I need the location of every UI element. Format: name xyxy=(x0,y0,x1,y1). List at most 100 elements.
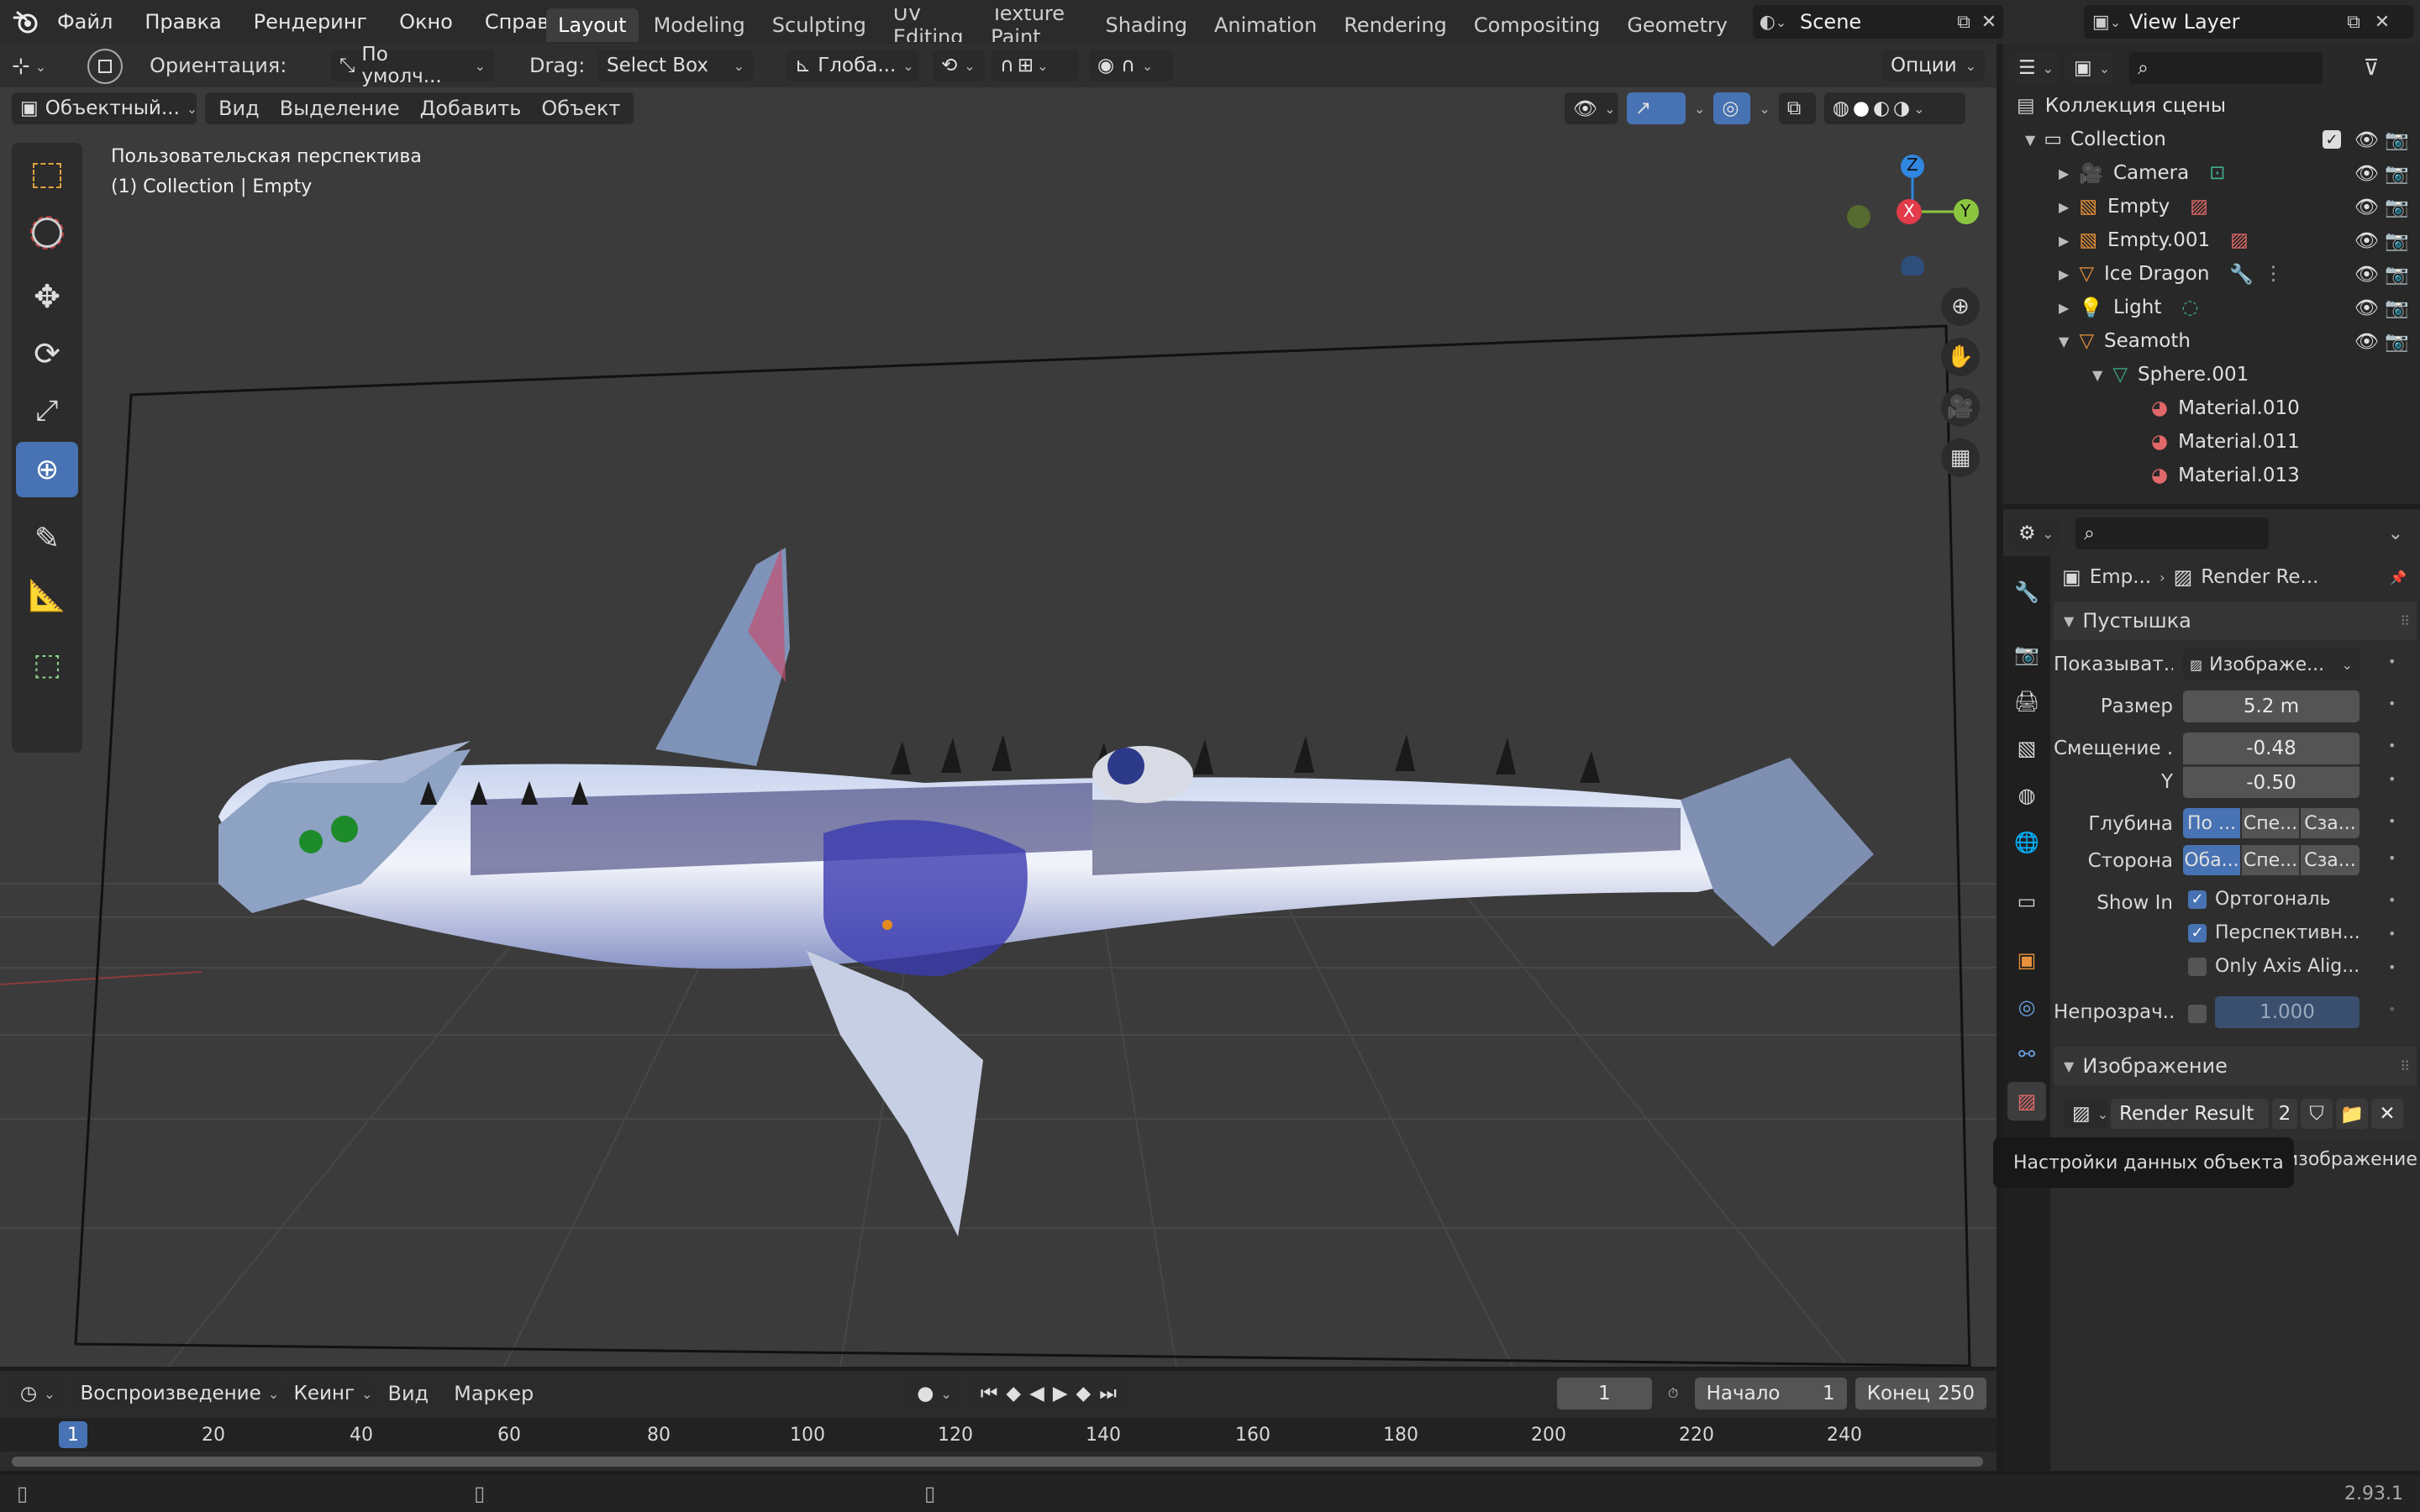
image-section-header[interactable]: ▼ Изображение ⠿ xyxy=(2054,1047,2417,1085)
current-frame-indicator[interactable]: 1 xyxy=(59,1421,87,1448)
remove-view-layer-icon[interactable]: ✕ xyxy=(2368,12,2396,33)
proportional-edit-icon[interactable]: ◉ xyxy=(1097,55,1114,76)
mode-dropdown[interactable]: ▣ Объектный... ⌄ xyxy=(12,92,197,124)
wireframe-shading-icon[interactable]: ◍ xyxy=(1833,97,1849,119)
gizmo-toggle[interactable]: ↗ xyxy=(1627,92,1686,124)
start-frame-field[interactable]: Начало 1 xyxy=(1694,1378,1847,1410)
jump-start-icon[interactable]: ⏮ xyxy=(981,1383,998,1404)
menu-file[interactable]: Файл xyxy=(57,10,113,34)
menu-edit[interactable]: Правка xyxy=(145,10,221,34)
new-scene-icon[interactable]: ⧉ xyxy=(1951,12,1976,33)
unlink-x-icon[interactable]: ✕ xyxy=(2371,1099,2403,1129)
hide-eye-icon[interactable]: 👁 xyxy=(2354,129,2379,151)
scene-collection-row[interactable]: ▤ Коллекция сцены xyxy=(2003,89,2420,123)
properties-options-icon[interactable]: ⌄ xyxy=(2388,523,2403,544)
tab-animation[interactable]: Animation xyxy=(1202,8,1328,42)
object-tab-icon[interactable]: ▣ xyxy=(2007,941,2046,979)
view-layer-name[interactable]: View Layer xyxy=(2129,10,2339,34)
falloff-icon[interactable]: ∩ xyxy=(1121,55,1135,76)
tool-tab-icon[interactable]: 🔧 xyxy=(2007,573,2046,612)
timeline-view-menu[interactable]: Вид xyxy=(379,1382,437,1405)
render-tab-icon[interactable]: 📷 xyxy=(2007,635,2046,674)
empty-section-header[interactable]: ▼ Пустышка ⠿ xyxy=(2054,601,2417,640)
properties-editor-type[interactable]: ⚙ ⌄ xyxy=(2010,517,2060,549)
scene-name[interactable]: Scene xyxy=(1800,10,1951,34)
outliner-item-seamoth[interactable]: ▼ ▽ Seamoth 👁 📷 xyxy=(2003,324,2420,358)
size-field[interactable]: 5.2 m xyxy=(2183,690,2360,722)
camera-eye-icon[interactable]: 👁 xyxy=(2354,162,2379,185)
ice-dragon-render-icon[interactable]: 📷 xyxy=(2385,263,2409,286)
menu-select[interactable]: Выделение xyxy=(270,97,410,120)
pin-icon[interactable]: 📌 xyxy=(2390,570,2407,585)
animate-dot-icon[interactable]: • xyxy=(2388,696,2396,711)
play-reverse-icon[interactable]: ◀ xyxy=(1029,1383,1044,1404)
side-front-option[interactable]: Спе... xyxy=(2242,845,2299,875)
scene-tab-icon[interactable]: ◍ xyxy=(2007,776,2046,815)
current-frame-field[interactable]: 1 xyxy=(1556,1378,1652,1410)
outliner-material-row[interactable]: ◕ Material.010 xyxy=(2003,391,2420,425)
render-camera-icon[interactable]: 📷 xyxy=(2385,129,2409,151)
menu-add[interactable]: Добавить xyxy=(410,97,532,120)
filter-icon[interactable]: ⊽ xyxy=(2354,55,2388,81)
ortho-grid-icon[interactable]: ▦ xyxy=(1941,438,1980,477)
menu-view[interactable]: Вид xyxy=(208,97,270,120)
tab-texture-paint[interactable]: Texture Paint xyxy=(979,8,1090,42)
orientation-dropdown[interactable]: ⤡ По умолч... ⌄ xyxy=(331,44,494,87)
outliner-item-ice-dragon[interactable]: ▶ ▽ Ice Dragon 🔧 ⋮ 👁 📷 xyxy=(2003,257,2420,291)
play-icon[interactable]: ▶ xyxy=(1053,1383,1068,1404)
zoom-icon[interactable]: ⊕ xyxy=(1941,287,1980,326)
animate-dot-icon[interactable]: • xyxy=(2388,1001,2396,1017)
empty-eye-icon[interactable]: 👁 xyxy=(2354,196,2379,218)
outliner-item-empty-001[interactable]: ▶ ▧ Empty.001 ▨ 👁 📷 xyxy=(2003,223,2420,257)
scale-tool-icon[interactable]: ⤢ xyxy=(16,383,78,438)
drag-handle-icon[interactable]: ⠿ xyxy=(2400,613,2410,629)
exclude-checkbox[interactable]: ✓ xyxy=(2323,130,2341,149)
show-ortho-row[interactable]: ✓ Ортогональ xyxy=(2188,889,2330,910)
keying-menu[interactable]: Кеинг ⌄ xyxy=(285,1378,372,1410)
menu-object[interactable]: Объект xyxy=(531,97,630,120)
jump-end-icon[interactable]: ⏭ xyxy=(1099,1383,1117,1404)
camera-render-icon[interactable]: 📷 xyxy=(2385,162,2409,185)
image-users-count[interactable]: 2 xyxy=(2272,1099,2297,1129)
animate-dot-icon[interactable]: • xyxy=(2388,654,2396,669)
transform-orientation-dropdown[interactable]: ⊾ Глоба... ⌄ xyxy=(786,50,919,81)
display-as-dropdown[interactable]: ▨ Изображе... ⌄ xyxy=(2183,648,2360,680)
empty-001-eye-icon[interactable]: 👁 xyxy=(2354,229,2379,252)
light-render-icon[interactable]: 📷 xyxy=(2385,297,2409,319)
gizmo-dropdown-icon[interactable]: ⌄ xyxy=(1694,101,1705,117)
world-tab-icon[interactable]: 🌐 xyxy=(2007,823,2046,862)
outliner-material-row[interactable]: ◕ Material.011 xyxy=(2003,425,2420,459)
tab-layout[interactable]: Layout xyxy=(546,8,639,42)
visibility-dropdown[interactable]: 👁 ⌄ xyxy=(1565,92,1618,124)
snap-magnet-icon[interactable]: ∩ xyxy=(1000,55,1014,76)
animate-dot-icon[interactable]: • xyxy=(2388,959,2396,975)
rendered-shading-icon[interactable]: ◑ xyxy=(1893,97,1910,119)
collection-row[interactable]: ▼ ▭ Collection ✓ 👁 📷 xyxy=(2003,123,2420,156)
menu-window[interactable]: Окно xyxy=(399,10,453,34)
remove-scene-icon[interactable]: ✕ xyxy=(1976,12,2002,33)
tab-sculpting[interactable]: Sculpting xyxy=(760,8,878,42)
object-data-tab-icon[interactable]: ▨ xyxy=(2007,1082,2046,1121)
light-eye-icon[interactable]: 👁 xyxy=(2354,297,2379,319)
options-dropdown[interactable]: Опции ⌄ xyxy=(1882,50,1985,81)
pan-hand-icon[interactable]: ✋ xyxy=(1941,338,1980,376)
use-opacity-checkbox[interactable] xyxy=(2188,1005,2207,1023)
depth-front-option[interactable]: Спе... xyxy=(2242,808,2299,838)
seamoth-render-icon[interactable]: 📷 xyxy=(2385,330,2409,353)
animate-dot-icon[interactable]: • xyxy=(2388,850,2396,866)
transform-tool-icon[interactable]: ⊕ xyxy=(16,442,78,497)
solid-shading-icon[interactable]: ● xyxy=(1853,97,1870,119)
offset-x-field[interactable]: -0.48 xyxy=(2183,732,2360,764)
tab-geometry[interactable]: Geometry xyxy=(1615,8,1739,42)
outliner-item-camera[interactable]: ▶ 🎥 Camera ⊡ 👁 📷 xyxy=(2003,156,2420,190)
scene-selector[interactable]: ◐ ⌄ Scene ⧉ ✕ xyxy=(1753,5,2003,39)
rotate-tool-icon[interactable]: ⟳ xyxy=(16,326,78,381)
pivot-point-dropdown[interactable]: ⟲ ⌄ xyxy=(933,50,985,81)
fake-user-shield-icon[interactable]: ⛉ xyxy=(2301,1099,2333,1129)
annotate-tool-icon[interactable]: ✎ xyxy=(16,511,78,566)
view-layer-selector[interactable]: ▣ ⌄ View Layer ⧉ ✕ xyxy=(2084,5,2413,39)
offset-y-field[interactable]: -0.50 xyxy=(2183,766,2360,798)
animate-dot-icon[interactable]: • xyxy=(2388,813,2396,829)
depth-back-option[interactable]: Сза... xyxy=(2301,808,2360,838)
xray-toggle[interactable]: ⧉ xyxy=(1778,92,1816,124)
